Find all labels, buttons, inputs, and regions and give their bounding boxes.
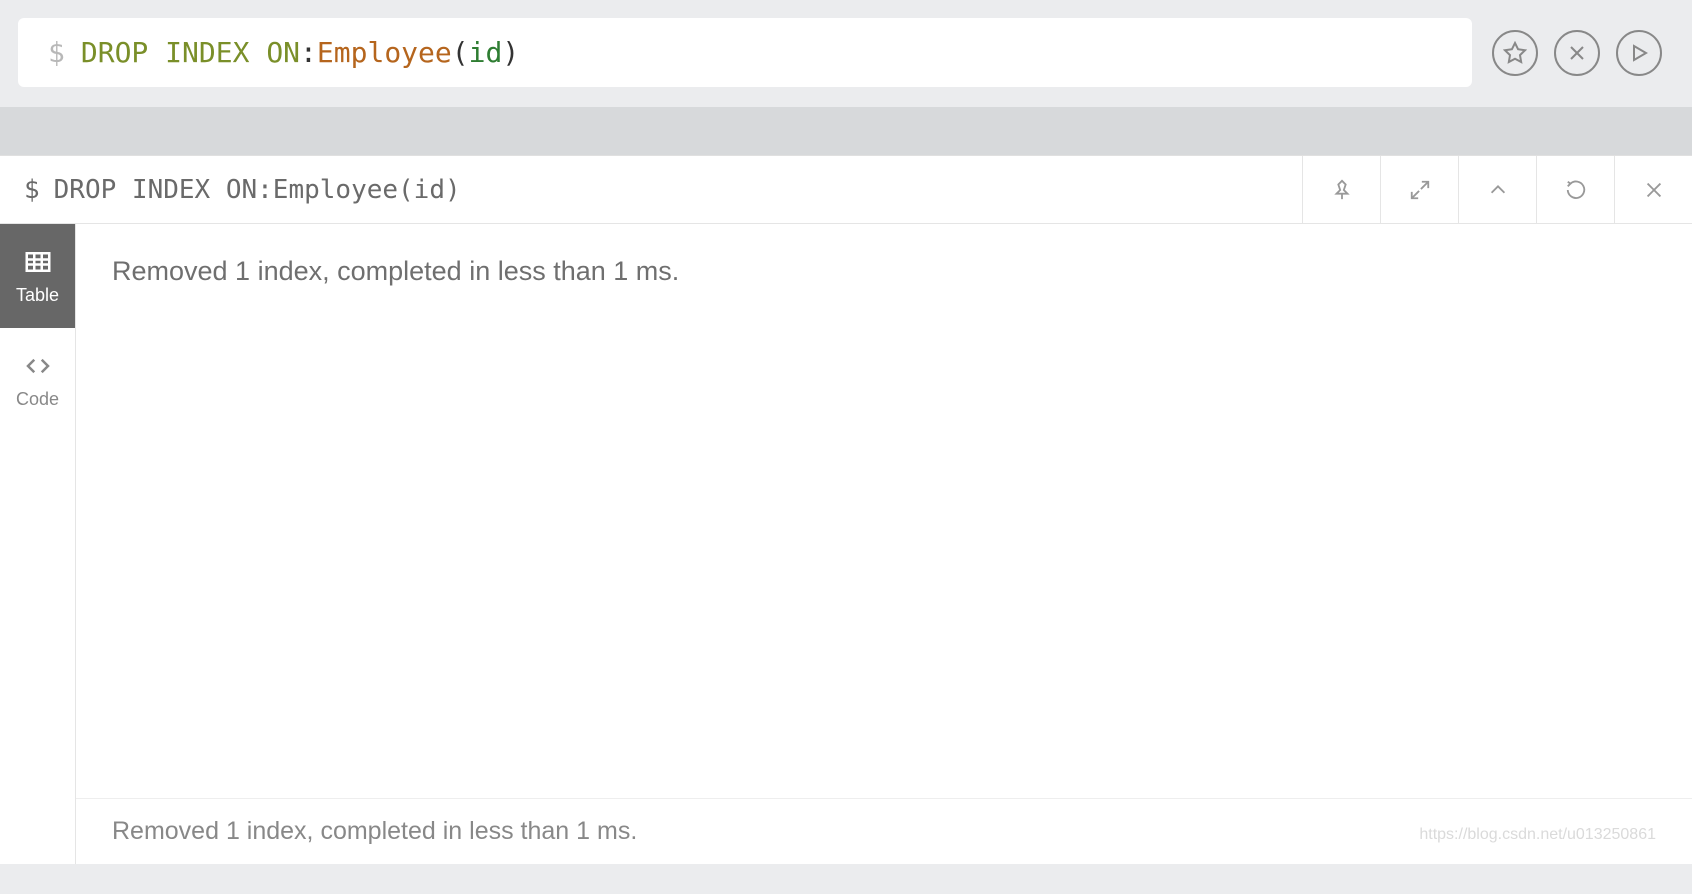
result-footer: Removed 1 index, completed in less than … [76, 798, 1692, 846]
prompt-symbol: $ [48, 36, 65, 69]
tab-code-label: Code [16, 389, 59, 410]
collapse-button[interactable] [1458, 156, 1536, 223]
result-query-text: DROP INDEX ON:Employee(id) [54, 175, 461, 205]
watermark: https://blog.csdn.net/u013250861 [1419, 826, 1656, 844]
pin-icon [1331, 179, 1353, 201]
table-icon [23, 247, 53, 277]
token-label: Employee [317, 36, 452, 69]
result-query-display: $ DROP INDEX ON:Employee(id) [0, 175, 1302, 205]
token-colon: : [300, 36, 317, 69]
code-icon [23, 351, 53, 381]
pin-button[interactable] [1302, 156, 1380, 223]
editor-actions [1492, 30, 1674, 76]
query-input[interactable]: $ DROP INDEX ON:Employee(id) [18, 18, 1472, 87]
token-drop: DROP [81, 36, 148, 69]
editor-bar: $ DROP INDEX ON:Employee(id) [0, 0, 1692, 107]
play-icon [1627, 41, 1651, 65]
view-tabs: Table Code [0, 224, 76, 864]
result-header: $ DROP INDEX ON:Employee(id) [0, 156, 1692, 224]
expand-icon [1409, 179, 1431, 201]
token-index: INDEX [165, 36, 249, 69]
chevron-up-icon [1487, 179, 1509, 201]
token-field: id [469, 36, 503, 69]
spacer [0, 107, 1692, 155]
result-prompt: $ [24, 175, 40, 205]
close-result-button[interactable] [1614, 156, 1692, 223]
footer-message: Removed 1 index, completed in less than … [112, 817, 637, 846]
tab-code[interactable]: Code [0, 328, 75, 432]
rerun-button[interactable] [1536, 156, 1614, 223]
result-header-actions [1302, 156, 1692, 223]
expand-button[interactable] [1380, 156, 1458, 223]
result-body: Table Code Removed 1 index, completed in… [0, 224, 1692, 864]
clear-button[interactable] [1554, 30, 1600, 76]
close-icon [1643, 179, 1665, 201]
result-content: Removed 1 index, completed in less than … [76, 224, 1692, 864]
refresh-icon [1565, 179, 1587, 201]
query-text: DROP INDEX ON:Employee(id) [81, 36, 519, 69]
result-panel: $ DROP INDEX ON:Employee(id) [0, 155, 1692, 864]
tab-table[interactable]: Table [0, 224, 75, 328]
star-icon [1503, 41, 1527, 65]
tab-table-label: Table [16, 285, 59, 306]
token-on: ON [266, 36, 300, 69]
result-message: Removed 1 index, completed in less than … [112, 256, 1656, 287]
token-rparen: ) [502, 36, 519, 69]
run-button[interactable] [1616, 30, 1662, 76]
x-icon [1565, 41, 1589, 65]
token-lparen: ( [452, 36, 469, 69]
favorite-button[interactable] [1492, 30, 1538, 76]
